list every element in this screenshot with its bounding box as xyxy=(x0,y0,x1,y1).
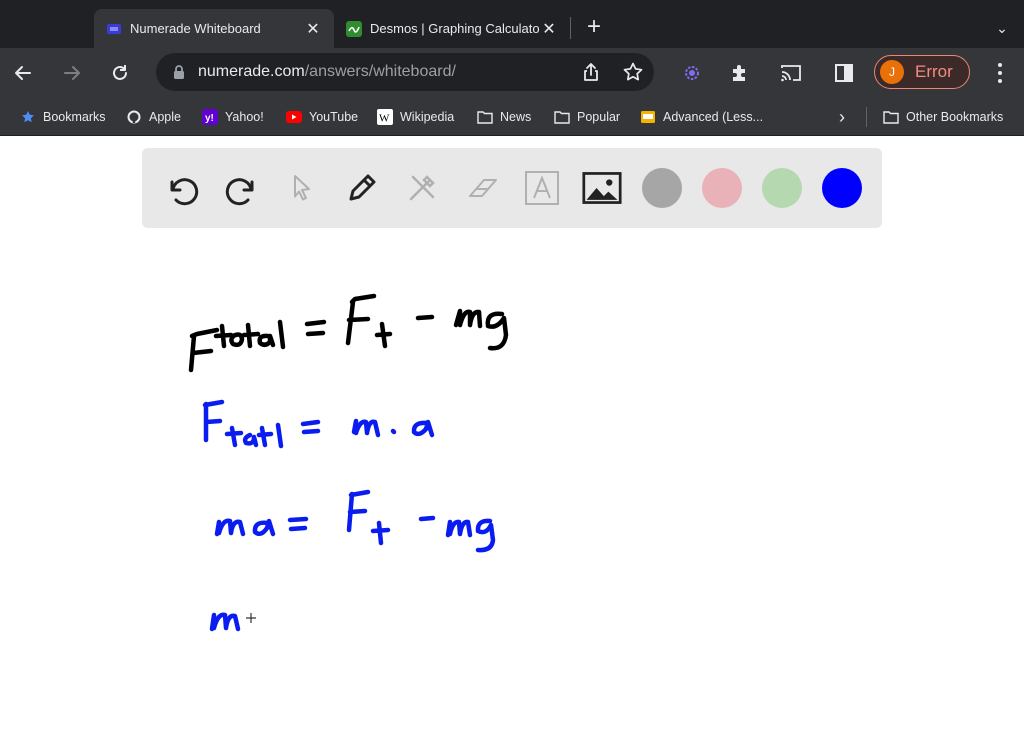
menu-kebab-icon[interactable] xyxy=(990,61,1010,85)
bookmark-label: Popular xyxy=(577,110,621,124)
close-icon[interactable]: ✕ xyxy=(304,20,322,38)
lock-icon[interactable] xyxy=(172,64,186,80)
profile-button[interactable]: J Error xyxy=(874,55,970,89)
color-swatch-blue[interactable] xyxy=(822,168,862,208)
avatar: J xyxy=(880,60,904,84)
address-bar[interactable]: numerade.com/answers/whiteboard/ xyxy=(156,53,654,91)
advanced-icon xyxy=(640,109,656,125)
desmos-icon xyxy=(346,20,362,37)
tab-search-chevron-down-icon[interactable]: ⌄ xyxy=(990,16,1014,40)
side-panel-icon[interactable] xyxy=(832,61,856,85)
pen-icon[interactable] xyxy=(342,168,382,208)
bookmark-label: Wikipedia xyxy=(400,110,455,124)
extensions-puzzle-icon[interactable] xyxy=(728,61,752,85)
cast-icon[interactable] xyxy=(779,61,803,85)
bookmark-youtube[interactable]: YouTube xyxy=(286,108,358,126)
crosshair-cursor-icon xyxy=(246,613,256,623)
whiteboard-toolbar xyxy=(142,148,882,228)
undo-icon[interactable] xyxy=(162,168,202,208)
image-icon[interactable] xyxy=(582,168,622,208)
tab-desmos[interactable]: Desmos | Graphing Calculator ✕ xyxy=(334,9,570,48)
youtube-icon xyxy=(286,109,302,125)
bookmarks-separator xyxy=(866,107,867,127)
folder-icon xyxy=(554,109,570,125)
color-swatch-pink[interactable] xyxy=(702,168,742,208)
bookmark-yahoo[interactable]: y! Yahoo! xyxy=(202,108,264,126)
tab-separator xyxy=(570,17,571,39)
share-icon[interactable] xyxy=(581,62,601,82)
whiteboard-page xyxy=(0,137,1024,740)
profile-status: Error xyxy=(915,62,953,81)
handwritten-equation-1 xyxy=(188,293,509,373)
tab-numerade-whiteboard[interactable]: Numerade Whiteboard ✕ xyxy=(94,9,334,48)
text-tool-icon[interactable] xyxy=(522,168,562,208)
bookmark-label: Yahoo! xyxy=(225,110,264,124)
color-swatch-gray[interactable] xyxy=(642,168,682,208)
tab-title: Desmos | Graphing Calculator xyxy=(370,21,540,36)
bookmark-folder-popular[interactable]: Popular xyxy=(554,108,620,126)
bookmark-folder-news[interactable]: News xyxy=(477,108,531,126)
extension-gear-icon[interactable] xyxy=(680,61,704,85)
handwritten-equation-3 xyxy=(214,489,496,553)
forward-arrow-icon[interactable] xyxy=(57,58,87,88)
bookmark-label: Other Bookmarks xyxy=(906,110,1004,124)
tools-icon[interactable] xyxy=(402,168,442,208)
bookmark-label: YouTube xyxy=(309,110,359,124)
eraser-icon[interactable] xyxy=(462,168,502,208)
folder-icon xyxy=(883,109,899,125)
svg-text:y!: y! xyxy=(205,113,214,124)
new-tab-button[interactable]: + xyxy=(582,15,606,40)
color-swatch-green[interactable] xyxy=(762,168,802,208)
svg-text:W: W xyxy=(379,113,390,125)
tab-strip: Numerade Whiteboard ✕ Desmos | Graphing … xyxy=(0,0,1024,48)
bookmark-label: Bookmarks xyxy=(43,110,106,124)
url-text: numerade.com/answers/whiteboard/ xyxy=(198,63,456,81)
url-path: /answers/whiteboard/ xyxy=(304,63,456,80)
bookmark-label: Apple xyxy=(149,110,181,124)
bookmarks-bar: Bookmarks Apple y! Yahoo! YouTube W Wiki… xyxy=(0,98,1024,136)
browser-toolbar: numerade.com/answers/whiteboard/ J Error xyxy=(0,48,1024,98)
yahoo-icon: y! xyxy=(202,109,218,125)
tab-title: Numerade Whiteboard xyxy=(130,21,261,36)
handwritten-equation-4 xyxy=(209,612,241,632)
reload-icon[interactable] xyxy=(105,58,135,88)
chevron-right-icon[interactable]: › xyxy=(832,106,852,128)
url-host: numerade.com xyxy=(198,63,305,80)
numerade-icon xyxy=(106,21,122,37)
bookmark-apple[interactable]: Apple xyxy=(126,108,181,126)
close-icon[interactable]: ✕ xyxy=(540,20,558,38)
wikipedia-icon: W xyxy=(377,109,393,125)
bookmark-star-icon[interactable] xyxy=(622,61,644,83)
bookmark-wikipedia[interactable]: W Wikipedia xyxy=(377,108,454,126)
folder-icon xyxy=(477,109,493,125)
apple-icon xyxy=(126,109,142,125)
bookmark-label: Advanced (Less... xyxy=(663,110,764,124)
bookmark-folder-other[interactable]: Other Bookmarks xyxy=(883,108,1003,126)
back-arrow-icon[interactable] xyxy=(8,58,38,88)
drawing-canvas[interactable] xyxy=(0,232,1024,740)
handwritten-equation-2 xyxy=(202,399,435,449)
bookmark-advanced[interactable]: Advanced (Less... xyxy=(640,108,763,126)
bookmark-bookmarks[interactable]: Bookmarks xyxy=(20,108,106,126)
select-cursor-icon[interactable] xyxy=(282,168,322,208)
redo-icon[interactable] xyxy=(222,168,262,208)
star-icon xyxy=(20,109,36,125)
bookmark-label: News xyxy=(500,110,532,124)
